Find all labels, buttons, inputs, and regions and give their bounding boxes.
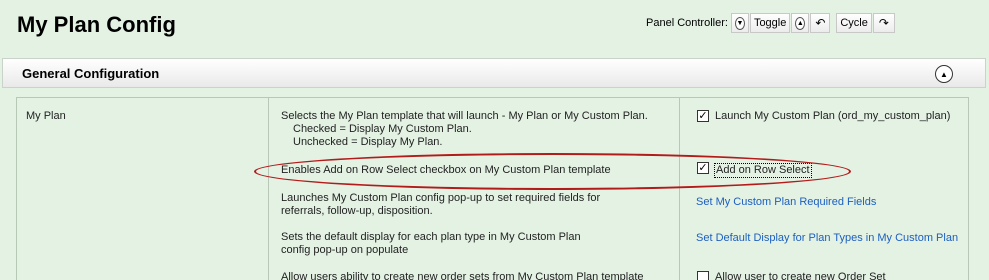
checkbox-label: Allow user to create new Order Set [715,271,886,280]
toggle-button[interactable]: Toggle [749,13,791,33]
redo-icon: ↷ [878,16,889,30]
undo-icon: ↶ [815,16,826,30]
panel-controller-label: Panel Controller: [646,17,728,29]
chevron-up-icon: ▲ [795,16,806,30]
set-required-fields-link[interactable]: Set My Custom Plan Required Fields [696,196,876,208]
allow-new-order-set-checkbox[interactable] [697,271,709,280]
section-header[interactable]: General Configuration ▲ [2,58,986,88]
highlight-ring [254,153,851,190]
undo-button[interactable]: ↶ [810,13,831,33]
checkbox-label: Launch My Custom Plan (ord_my_custom_pla… [715,110,951,122]
panel-controller: Panel Controller: ▼ Toggle ▲ ↶ Cycle ↷ [646,13,895,33]
row-description: Allow users ability to create new order … [281,271,644,280]
launch-custom-plan-checkbox[interactable]: ✓ [697,110,709,122]
collapse-all-button[interactable]: ▲ [791,13,810,33]
row-name: My Plan [26,110,66,122]
row-description: Launches My Custom Plan config pop-up to… [281,192,601,217]
chevron-down-icon: ▼ [734,16,745,30]
row-description: Selects the My Plan template that will l… [281,110,648,148]
cycle-button[interactable]: Cycle [836,13,872,33]
chevron-up-icon: ▲ [940,69,948,79]
redo-button[interactable]: ↷ [872,13,895,33]
row-description: Sets the default display for each plan t… [281,231,581,256]
expand-all-button[interactable]: ▼ [730,13,749,33]
column-divider [679,98,680,280]
collapse-section-button[interactable]: ▲ [935,65,953,83]
section-title: General Configuration [22,66,160,81]
column-divider [268,98,269,280]
page-title: My Plan Config [17,12,176,37]
set-default-display-link[interactable]: Set Default Display for Plan Types in My… [696,232,958,244]
